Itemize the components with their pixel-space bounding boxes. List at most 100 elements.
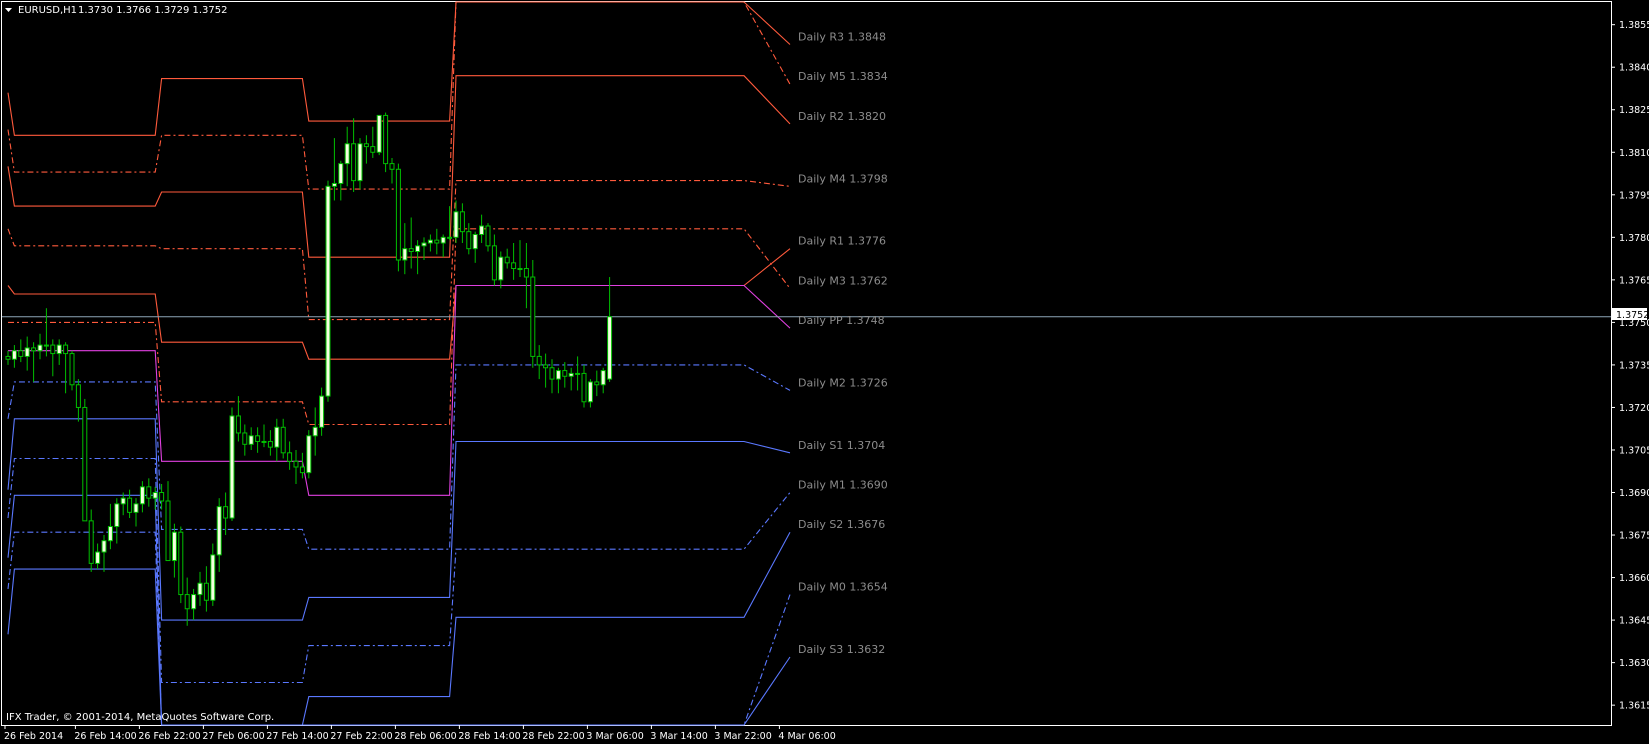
y-tick-label: 1.3735 <box>1619 360 1649 371</box>
candle-body <box>363 143 369 148</box>
y-tick-label: 1.3720 <box>1619 403 1649 414</box>
candle-body <box>575 372 581 375</box>
candle-body <box>88 520 94 564</box>
candle-body <box>293 460 299 468</box>
candle-body <box>216 506 222 556</box>
y-tick-label: 1.3795 <box>1619 190 1649 201</box>
candle-body <box>210 554 216 601</box>
candle-body <box>395 168 401 261</box>
x-tick-label: 27 Feb 14:00 <box>266 731 328 742</box>
price-chart[interactable]: Daily R3 1.3848 Daily M5 1.3834 Daily R2 1… <box>0 0 1649 744</box>
pivot-label-s2: Daily S2 1.3676 <box>798 518 885 531</box>
candle-body <box>459 211 465 233</box>
candle-body <box>101 540 107 553</box>
candle-body <box>485 225 491 247</box>
candle-body <box>421 242 427 247</box>
candle-body <box>184 594 190 610</box>
y-tick-label: 1.3780 <box>1619 233 1649 244</box>
candle-body <box>427 239 433 244</box>
candle-body <box>498 256 504 281</box>
candle <box>376 114 382 156</box>
candle-body <box>120 497 126 505</box>
candle-body <box>472 233 478 250</box>
candle-body <box>491 245 497 281</box>
pivot-label-m2: Daily M2 1.3726 <box>798 376 888 389</box>
pivot-label-m3: Daily M3 1.3762 <box>798 274 888 287</box>
candle-body <box>24 347 30 357</box>
candle-body <box>127 497 133 513</box>
pivot-label-m4: Daily M4 1.3798 <box>798 172 888 185</box>
candle-body <box>402 248 408 261</box>
candle-body <box>229 415 235 519</box>
candle-body <box>197 582 203 596</box>
candle-body <box>312 426 318 437</box>
candle-body <box>43 344 49 347</box>
candle-body <box>453 211 459 238</box>
candle-body <box>319 395 325 428</box>
candle <box>383 112 389 173</box>
candle-body <box>69 353 75 386</box>
candle-body <box>248 435 254 445</box>
candle-body <box>114 503 120 528</box>
candle-body <box>11 350 17 360</box>
x-tick-label: 27 Feb 22:00 <box>330 731 392 742</box>
candle-body <box>344 143 350 165</box>
candle-body <box>95 551 101 564</box>
candle-body <box>191 594 197 610</box>
pivot-label-r1: Daily R1 1.3776 <box>798 235 886 248</box>
pivot-label-s3: Daily S3 1.3632 <box>798 643 885 656</box>
candle <box>82 398 88 522</box>
y-tick-label: 1.3825 <box>1619 105 1649 116</box>
candle-body <box>37 344 43 352</box>
candle-body <box>543 364 549 369</box>
candle-body <box>517 268 523 271</box>
candle-body <box>370 146 376 153</box>
candle-body <box>267 440 273 448</box>
candle-body <box>242 432 248 445</box>
candle-body <box>408 248 414 253</box>
candle-body <box>159 492 165 502</box>
candle-body <box>280 426 286 454</box>
candle-body <box>255 435 261 442</box>
candle-body <box>165 500 171 562</box>
ohlc-readout: 1.3730 1.3766 1.3729 1.3752 <box>78 5 228 16</box>
pivot-label-r3: Daily R3 1.3848 <box>798 31 886 44</box>
candle-body <box>325 185 331 397</box>
candle-body <box>415 245 421 253</box>
candle-body <box>107 526 113 542</box>
candle-body <box>287 452 293 462</box>
candle-body <box>568 372 574 377</box>
candle-body <box>530 276 536 357</box>
candle <box>325 180 331 402</box>
copyright-label: IFX Trader, © 2001-2014, MetaQuotes Soft… <box>6 712 274 723</box>
x-tick-label: 4 Mar 06:00 <box>778 731 835 742</box>
y-tick-label: 1.3690 <box>1619 488 1649 499</box>
candle-body <box>306 435 312 474</box>
y-tick-label: 1.3645 <box>1619 616 1649 627</box>
y-tick-label: 1.3705 <box>1619 445 1649 456</box>
candle-body <box>133 503 139 513</box>
x-tick-label: 28 Feb 22:00 <box>522 731 584 742</box>
y-tick-label: 1.3855 <box>1619 20 1649 31</box>
pivot-label-m0: Daily M0 1.3654 <box>798 581 888 594</box>
y-tick-label: 1.3765 <box>1619 275 1649 286</box>
candle-body <box>581 372 587 403</box>
candle-body <box>434 239 440 244</box>
candle-body <box>376 114 382 153</box>
candle-body <box>587 381 593 403</box>
candle-body <box>5 355 11 360</box>
candle-body <box>63 344 69 355</box>
candle-body <box>18 350 24 357</box>
candle-body <box>331 182 337 187</box>
y-tick-label: 1.3840 <box>1619 63 1649 74</box>
x-tick-label: 28 Feb 14:00 <box>458 731 520 742</box>
candle-body <box>235 415 241 434</box>
candle <box>395 163 401 272</box>
x-tick-label: 26 Feb 2014 <box>4 731 63 742</box>
candle-body <box>274 426 280 448</box>
x-tick-label: 26 Feb 22:00 <box>138 731 200 742</box>
y-tick-label: 1.3630 <box>1619 658 1649 669</box>
candle-body <box>383 114 389 165</box>
candle-body <box>299 466 305 474</box>
candle-body <box>447 236 453 239</box>
